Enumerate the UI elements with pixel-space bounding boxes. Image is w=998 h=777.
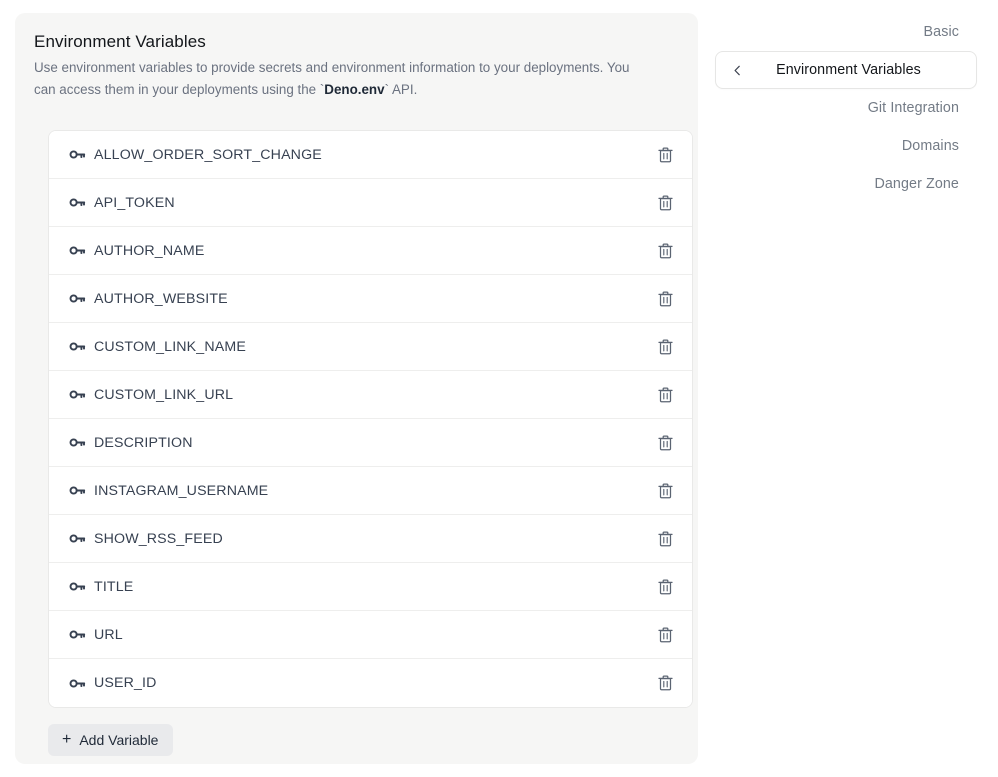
delete-variable-button[interactable] bbox=[652, 142, 678, 168]
page-title: Environment Variables bbox=[34, 32, 206, 51]
variable-name: URL bbox=[94, 626, 123, 643]
key-icon bbox=[69, 482, 86, 499]
nav-item-label: Basic bbox=[923, 24, 959, 40]
delete-variable-button[interactable] bbox=[652, 478, 678, 504]
variable-row[interactable]: TITLE bbox=[49, 563, 692, 611]
nav-item-basic[interactable]: Basic bbox=[715, 13, 977, 51]
variable-row[interactable]: AUTHOR_WEBSITE bbox=[49, 275, 692, 323]
delete-variable-button[interactable] bbox=[652, 574, 678, 600]
trash-icon-svg bbox=[657, 578, 673, 594]
variable-name: USER_ID bbox=[94, 675, 157, 691]
variable-name: CUSTOM_LINK_URL bbox=[94, 386, 234, 403]
trash-icon-svg bbox=[657, 194, 673, 210]
nav-item-label: Git Integration bbox=[867, 100, 959, 116]
delete-variable-button[interactable] bbox=[652, 334, 678, 360]
key-icon bbox=[69, 386, 86, 403]
delete-variable-button[interactable] bbox=[652, 190, 678, 216]
variable-name: INSTAGRAM_USERNAME bbox=[94, 482, 269, 499]
trash-icon-svg bbox=[657, 482, 673, 498]
key-icon bbox=[69, 578, 86, 595]
key-icon bbox=[69, 194, 86, 211]
variable-row[interactable]: DESCRIPTION bbox=[49, 419, 692, 467]
delete-variable-button[interactable] bbox=[652, 430, 678, 456]
trash-icon-svg bbox=[657, 675, 673, 691]
key-icon bbox=[69, 338, 86, 355]
nav-item-environment-variables[interactable]: Environment Variables bbox=[715, 51, 977, 89]
variable-name: DESCRIPTION bbox=[94, 434, 193, 451]
delete-variable-button[interactable] bbox=[652, 382, 678, 408]
delete-variable-button[interactable] bbox=[652, 286, 678, 312]
settings-page: Environment Variables Use environment va… bbox=[0, 0, 998, 777]
variable-row[interactable]: INSTAGRAM_USERNAME bbox=[49, 467, 692, 515]
deno-env-code: Deno.env bbox=[324, 81, 385, 97]
variable-name: AUTHOR_NAME bbox=[94, 242, 205, 259]
trash-icon-svg bbox=[657, 530, 673, 546]
environment-variables-list: ALLOW_ORDER_SORT_CHANGE API_TOKEN AUTHOR_N… bbox=[48, 130, 693, 708]
page-description: Use environment variables to provide sec… bbox=[34, 57, 634, 100]
variable-row[interactable]: USER_ID bbox=[49, 659, 692, 707]
key-icon bbox=[69, 626, 86, 643]
trash-icon-svg bbox=[657, 386, 673, 402]
plus-icon: + bbox=[62, 730, 72, 748]
variable-name: ALLOW_ORDER_SORT_CHANGE bbox=[94, 146, 322, 163]
variable-row[interactable]: CUSTOM_LINK_NAME bbox=[49, 323, 692, 371]
delete-variable-button[interactable] bbox=[652, 670, 678, 696]
add-variable-button[interactable]: + Add Variable bbox=[48, 724, 174, 756]
delete-variable-button[interactable] bbox=[652, 238, 678, 264]
key-icon bbox=[69, 242, 86, 259]
environment-variables-card: Environment Variables Use environment va… bbox=[15, 13, 698, 764]
nav-item-label: Domains bbox=[901, 138, 959, 154]
nav-item-danger-zone[interactable]: Danger Zone bbox=[715, 165, 977, 203]
delete-variable-button[interactable] bbox=[652, 622, 678, 648]
trash-icon-svg bbox=[657, 338, 673, 354]
variable-row[interactable]: API_TOKEN bbox=[49, 179, 692, 227]
nav-item-domains[interactable]: Domains bbox=[715, 127, 977, 165]
add-variable-label: Add Variable bbox=[79, 732, 159, 748]
variable-name: CUSTOM_LINK_NAME bbox=[94, 338, 246, 355]
trash-icon-svg bbox=[657, 626, 673, 642]
variable-row[interactable]: SHOW_RSS_FEED bbox=[49, 515, 692, 563]
variable-row[interactable]: CUSTOM_LINK_URL bbox=[49, 371, 692, 419]
trash-icon-svg bbox=[657, 434, 673, 450]
key-icon bbox=[69, 675, 86, 692]
description-text-after: ` API. bbox=[384, 81, 418, 97]
settings-nav: Basic Environment Variables Git Integratio… bbox=[715, 13, 977, 203]
variable-name: TITLE bbox=[94, 578, 134, 595]
variable-row[interactable]: AUTHOR_NAME bbox=[49, 227, 692, 275]
key-icon bbox=[69, 530, 86, 547]
trash-icon-svg bbox=[657, 242, 673, 258]
nav-item-git-integration[interactable]: Git Integration bbox=[715, 89, 977, 127]
delete-variable-button[interactable] bbox=[652, 526, 678, 552]
variable-name: AUTHOR_WEBSITE bbox=[94, 290, 228, 307]
nav-item-label: Danger Zone bbox=[874, 176, 959, 192]
variable-name: API_TOKEN bbox=[94, 194, 175, 211]
variable-row[interactable]: ALLOW_ORDER_SORT_CHANGE bbox=[49, 131, 692, 179]
variable-row[interactable]: URL bbox=[49, 611, 692, 659]
nav-item-label: Environment Variables bbox=[776, 62, 921, 78]
key-icon bbox=[69, 146, 86, 163]
variable-name: SHOW_RSS_FEED bbox=[94, 530, 223, 547]
key-icon bbox=[69, 290, 86, 307]
chevron-left-icon bbox=[730, 63, 744, 77]
key-icon bbox=[69, 434, 86, 451]
trash-icon-svg bbox=[657, 146, 673, 162]
trash-icon-svg bbox=[657, 290, 673, 306]
